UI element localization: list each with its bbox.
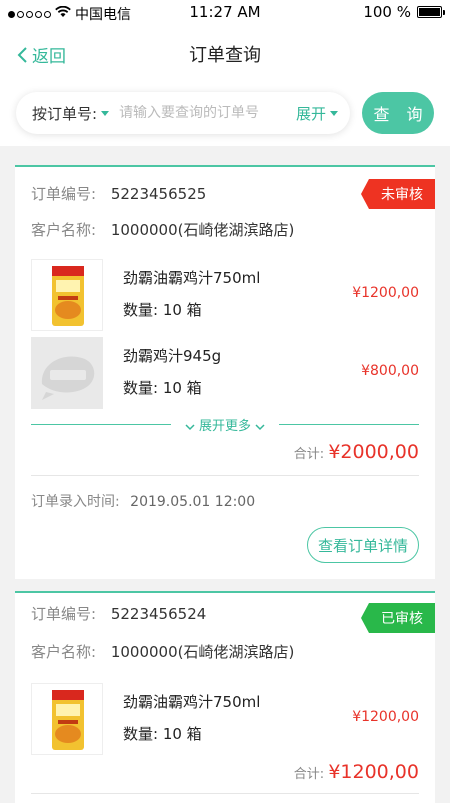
chevron-down-icon (185, 423, 195, 430)
dropdown-arrow-icon (330, 110, 338, 116)
product-quantity: 数量: 10 箱 (123, 379, 202, 397)
product-quantity: 数量: 10 箱 (123, 301, 202, 319)
entry-time-label: 订单录入时间: (31, 494, 120, 510)
entry-time: 2019.05.01 12:00 (130, 494, 256, 510)
product-name: 劲霸油霸鸡汁750ml (123, 269, 261, 287)
divider (31, 793, 419, 794)
product-quantity: 数量: 10 箱 (123, 725, 202, 743)
search-type-label: 按订单号: (32, 104, 98, 123)
product-price: ¥1200,00 (352, 285, 419, 301)
order-card: 订单编号: 5223456524 已审核 客户名称: 1000000(石崎佬湖滨… (15, 591, 435, 803)
order-card: 订单编号: 5223456525 未审核 客户名称: 1000000(石崎佬湖滨… (15, 165, 435, 579)
order-total: 合计: ¥1200,00 (294, 761, 419, 783)
entry-time-row: 订单录入时间: 2019.05.01 12:00 (31, 491, 255, 511)
product-name: 劲霸鸡汁945g (123, 347, 222, 365)
divider (31, 475, 419, 476)
search-type-dropdown[interactable]: 按订单号: (32, 103, 110, 124)
order-total: 合计: ¥2000,00 (294, 441, 419, 463)
product-name: 劲霸油霸鸡汁750ml (123, 693, 261, 711)
expand-filter-button[interactable]: 展开 (296, 103, 338, 124)
order-number-label: 订单编号: (31, 185, 97, 203)
customer-row: 客户名称: 1000000(石崎佬湖滨路店) (31, 641, 294, 662)
status-badge: 未审核 (361, 179, 435, 209)
total-label: 合计: (293, 767, 325, 782)
customer-label: 客户名称: (31, 221, 97, 239)
product-image (31, 683, 103, 755)
status-bar: 中国电信 11:27 AM 100 % (0, 0, 450, 26)
order-item[interactable]: 劲霸油霸鸡汁750ml 数量: 10 箱 ¥1200,00 (31, 259, 419, 335)
order-number-row: 订单编号: 5223456524 (31, 603, 206, 624)
total-amount: ¥1200,00 (328, 761, 419, 783)
total-label: 合计: (293, 447, 325, 462)
nav-bar: 返回 订单查询 (0, 26, 450, 82)
order-number: 5223456524 (110, 605, 207, 623)
product-price: ¥1200,00 (352, 709, 419, 725)
customer-label: 客户名称: (31, 643, 97, 661)
search-box: 按订单号: 展开 (16, 92, 350, 134)
customer-name: 1000000(石崎佬湖滨路店) (110, 643, 295, 661)
divider-line (279, 424, 419, 425)
expand-more-button[interactable]: 展开更多 (31, 415, 419, 435)
order-number: 5223456525 (110, 185, 207, 203)
expand-more-label: 展开更多 (198, 419, 251, 434)
customer-name: 1000000(石崎佬湖滨路店) (110, 221, 295, 239)
order-item[interactable]: 劲霸油霸鸡汁750ml 数量: 10 箱 ¥1200,00 (31, 683, 419, 759)
customer-row: 客户名称: 1000000(石崎佬湖滨路店) (31, 219, 294, 240)
order-number-row: 订单编号: 5223456525 (31, 183, 206, 204)
order-number-input[interactable] (119, 105, 296, 121)
query-button[interactable]: 查 询 (362, 92, 434, 134)
status-badge: 已审核 (361, 603, 435, 633)
total-amount: ¥2000,00 (328, 441, 419, 463)
page-title: 订单查询 (189, 45, 261, 66)
status-right: 100 % (363, 3, 445, 21)
image-placeholder-icon (31, 337, 103, 409)
view-order-detail-button[interactable]: 查看订单详情 (307, 527, 419, 563)
battery-percent: 100 % (363, 3, 411, 21)
dropdown-arrow-icon (101, 110, 110, 116)
battery-icon (417, 6, 445, 18)
chevron-down-icon (255, 423, 265, 430)
search-area: 按订单号: 展开 查 询 (0, 82, 450, 146)
order-item[interactable]: 劲霸鸡汁945g 数量: 10 箱 ¥800,00 (31, 337, 419, 413)
product-price: ¥800,00 (361, 363, 419, 379)
expand-label: 展开 (295, 104, 326, 123)
order-number-label: 订单编号: (31, 605, 97, 623)
product-image (31, 259, 103, 331)
